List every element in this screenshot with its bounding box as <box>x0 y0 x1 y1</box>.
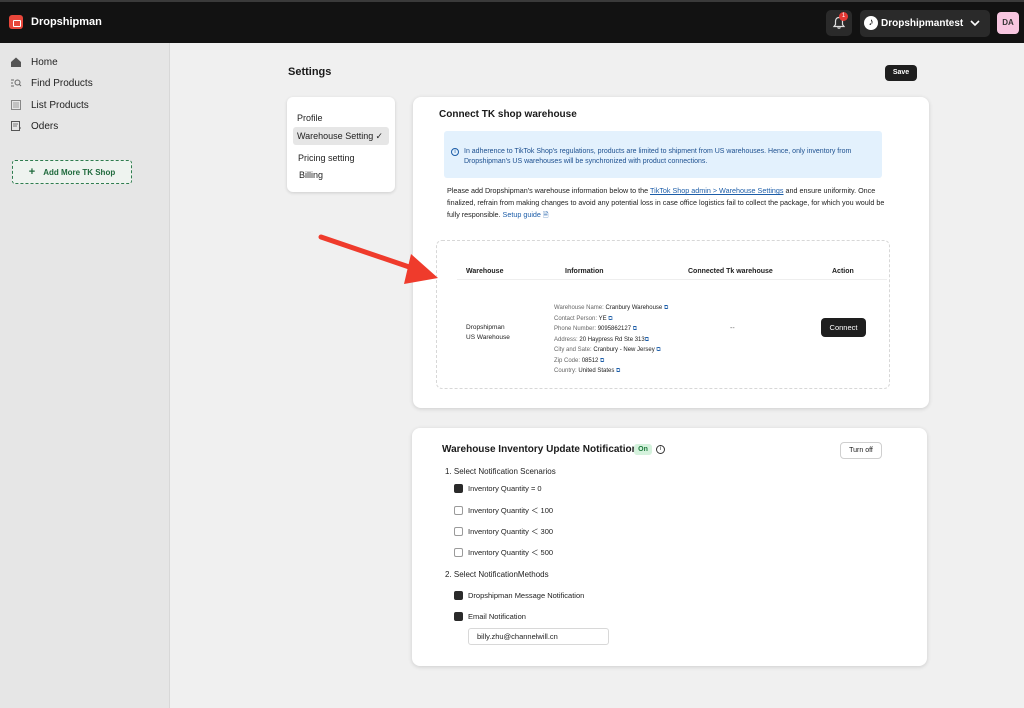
brand-name: Dropshipman <box>31 16 102 28</box>
info-line: Phone Number: 9095862127 ⧉ <box>554 326 638 332</box>
warehouse-info-cell: Warehouse Name: Cranbury Warehouse ⧉ Con… <box>554 303 668 377</box>
menu-item-pricing-setting[interactable]: Pricing setting <box>298 153 355 163</box>
info-line: Warehouse Name: Cranbury Warehouse ⧉ <box>554 305 669 311</box>
copy-icon[interactable]: ⧉ <box>600 358 604 364</box>
annotation-arrow-icon <box>318 234 438 284</box>
menu-item-label: Warehouse Setting <box>297 131 374 141</box>
tiktok-icon: ♪ <box>864 16 878 30</box>
menu-item-profile[interactable]: Profile <box>297 113 323 123</box>
warehouse-card-title: Connect TK shop warehouse <box>439 109 577 120</box>
column-header-action: Action <box>832 268 854 275</box>
store-selector[interactable]: ♪ Dropshipmantest <box>860 10 990 37</box>
list-icon <box>11 100 21 110</box>
notification-card-title: Warehouse Inventory Update Notification <box>442 444 638 455</box>
copy-icon[interactable]: ⧉ <box>664 305 668 311</box>
store-name: Dropshipmantest <box>881 18 964 29</box>
sidebar-item-list-products[interactable]: List Products <box>10 97 89 113</box>
checkbox-label: Inventory Quantity = 0 <box>468 484 542 493</box>
page-title: Settings <box>288 66 332 78</box>
sidebar-item-label: Home <box>31 56 58 68</box>
warehouse-name-cell: Dropshipman US Warehouse <box>466 323 510 343</box>
connect-button[interactable]: Connect <box>821 318 866 337</box>
settings-menu: Profile Warehouse Setting ✓ Pricing sett… <box>287 97 395 192</box>
plus-icon: + <box>28 166 36 178</box>
tiktok-warehouse-settings-link[interactable]: TikTok Shop admin > Warehouse Settings <box>650 186 784 195</box>
checkbox-label: Email Notification <box>468 612 526 621</box>
menu-item-warehouse-setting[interactable]: Warehouse Setting ✓ <box>293 127 389 145</box>
checkbox-label: Inventory Quantity ＜ 100 <box>468 506 554 515</box>
scenario-option[interactable]: Inventory Quantity = 0 <box>454 484 542 493</box>
orders-icon <box>11 121 21 131</box>
column-header-information: Information <box>565 268 604 275</box>
sidebar-item-label: List Products <box>31 99 89 111</box>
sidebar-item-label: Find Products <box>31 77 93 89</box>
copy-icon[interactable]: ⧉ <box>616 368 620 374</box>
dropshipman-logo-icon <box>9 15 23 29</box>
column-header-warehouse: Warehouse <box>466 268 504 275</box>
save-button[interactable]: Save <box>885 65 917 81</box>
add-tk-shop-button[interactable]: + Add More TK Shop <box>12 160 132 184</box>
setup-guide-link[interactable]: Setup guide 🗎 <box>503 210 549 219</box>
status-badge: On <box>634 444 652 455</box>
checkbox-label: Inventory Quantity ＜ 300 <box>468 527 554 536</box>
copy-icon[interactable]: ⧉ <box>656 347 660 353</box>
notice-text: In adherence to TikTok Shop's regulation… <box>464 148 852 165</box>
turn-off-button[interactable]: Turn off <box>840 442 882 459</box>
info-line: Contact Person: YE ⧉ <box>554 315 613 322</box>
warehouse-card: Connect TK shop warehouse i In adherence… <box>413 97 929 408</box>
menu-item-billing[interactable]: Billing <box>299 170 323 180</box>
scenario-option[interactable]: Inventory Quantity ＜ 100 <box>454 505 553 516</box>
add-tk-shop-label: Add More TK Shop <box>43 167 116 177</box>
checkmark-icon: ✓ <box>375 131 383 141</box>
checkbox-label: Inventory Quantity ＜ 500 <box>468 548 554 557</box>
column-header-connected: Connected Tk warehouse <box>688 268 773 275</box>
connected-warehouse-cell: -- <box>730 325 735 332</box>
copy-icon[interactable]: ⧉ <box>633 326 637 332</box>
email-field[interactable]: billy.zhu@channelwill.cn <box>468 628 609 645</box>
info-line: City and Sate: Cranbury - New Jersey ⧉ <box>554 347 661 353</box>
notification-card: Warehouse Inventory Update Notification … <box>412 428 927 666</box>
avatar[interactable]: DA <box>997 12 1019 34</box>
chevron-down-icon <box>970 20 980 27</box>
section-title-scenarios: 1. Select Notification Scenarios <box>445 467 556 476</box>
header-divider <box>457 279 887 280</box>
checkbox-checked[interactable] <box>454 484 463 493</box>
warehouse-name-line: US Warehouse <box>466 334 510 341</box>
sidebar-item-find-products[interactable]: Find Products <box>10 75 93 91</box>
warehouse-name-line: Dropshipman <box>466 324 505 331</box>
section-title-methods: 2. Select NotificationMethods <box>445 570 549 579</box>
search-list-icon <box>11 79 22 87</box>
scenario-option[interactable]: Inventory Quantity ＜ 500 <box>454 547 553 558</box>
info-line: Address: 20 Haypress Rd Ste 313⧉ <box>554 336 650 343</box>
method-option[interactable]: Email Notification <box>454 612 526 621</box>
warehouse-description: Please add Dropshipman's warehouse infor… <box>447 185 887 221</box>
sidebar-item-home[interactable]: Home <box>10 54 58 70</box>
checkbox-checked[interactable] <box>454 591 463 600</box>
notification-count-badge: 1 <box>839 12 848 21</box>
info-line: Zip Code: 08512 ⧉ <box>554 357 605 364</box>
info-icon[interactable]: i <box>656 445 665 454</box>
warehouse-table: Warehouse Information Connected Tk wareh… <box>436 240 890 389</box>
info-line: Country: United States ⧉ <box>554 368 621 374</box>
document-icon: 🗎 <box>542 210 549 219</box>
scenario-option[interactable]: Inventory Quantity ＜ 300 <box>454 526 553 537</box>
sidebar-item-label: Oders <box>31 120 59 132</box>
info-icon: i <box>451 148 459 156</box>
sidebar: Home Find Products List Products Oders +… <box>0 43 170 708</box>
checkbox-checked[interactable] <box>454 612 463 621</box>
checkbox[interactable] <box>454 548 463 557</box>
checkbox-label: Dropshipman Message Notification <box>468 591 585 600</box>
home-icon <box>11 57 21 67</box>
sidebar-item-orders[interactable]: Oders <box>10 118 58 134</box>
checkbox[interactable] <box>454 506 463 515</box>
top-bar: Dropshipman 1 ♪ Dropshipmantest DA <box>0 0 1024 43</box>
method-option[interactable]: Dropshipman Message Notification <box>454 591 584 600</box>
checkbox[interactable] <box>454 527 463 536</box>
copy-icon[interactable]: ⧉ <box>608 316 612 322</box>
description-text: Please add Dropshipman's warehouse infor… <box>447 186 651 195</box>
copy-icon[interactable]: ⧉ <box>645 337 649 343</box>
setup-guide-label: Setup guide <box>502 210 541 219</box>
notice-banner: i In adherence to TikTok Shop's regulati… <box>444 131 882 178</box>
